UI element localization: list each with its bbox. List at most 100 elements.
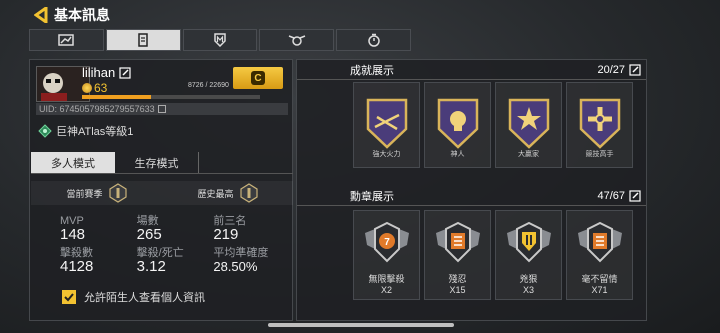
best-season[interactable]: 歷史最高 [162, 181, 293, 205]
current-season-label: 當前賽季 [66, 188, 103, 199]
uid-text: UID: 6745057985279557633 [39, 104, 155, 114]
stat-value: 148 [60, 226, 86, 243]
rank-emblem-icon [108, 183, 127, 203]
checkmark-icon [64, 293, 74, 302]
page-title: 基本訊息 [54, 7, 110, 23]
star-badge-icon [508, 98, 550, 149]
stat-accuracy: 平均準確度 28.50% [213, 247, 290, 279]
medal-card[interactable]: 毫不留情 X71 [566, 210, 633, 300]
tab-basic-info[interactable] [105, 29, 181, 51]
stat-value: 28.50% [213, 259, 258, 274]
best-season-label: 歷史最高 [197, 188, 234, 199]
medal-name: 兇狠 [519, 274, 538, 284]
medals-count: 47/67 [597, 190, 641, 202]
tab-ranked[interactable] [259, 29, 335, 51]
season-ranks: 當前賽季 歷史最高 [31, 181, 293, 205]
player-level: 63 [82, 81, 107, 95]
stat-value: 219 [213, 226, 239, 243]
profile-panel: lilihan 63 8726 / 22690 C UID: 674505798… [29, 59, 293, 321]
cross-medal-badge-icon [579, 98, 621, 149]
allow-strangers-option[interactable]: 允許陌生人查看個人資訊 [62, 289, 205, 305]
medal-card[interactable]: 殘忍 X15 [424, 210, 491, 300]
back-arrow-icon[interactable] [34, 6, 50, 24]
allow-label: 允許陌生人查看個人資訊 [84, 292, 205, 304]
medal-count: X3 [522, 285, 534, 295]
copy-icon[interactable] [157, 105, 166, 113]
showcase-panel: 成就展示 20/27 強大火力 神人 大贏家 競技高手 勳章展示 47/67 7… [296, 59, 647, 321]
username: lilihan [82, 65, 131, 80]
stat-matches: 場數 265 [137, 215, 214, 247]
medal-name: 無限擊殺 [368, 274, 405, 284]
medal-name: 毫不留情 [581, 274, 618, 284]
edit-icon[interactable] [119, 66, 131, 79]
achievements-title: 成就展示 [350, 64, 394, 77]
stat-value: 265 [136, 226, 162, 243]
achievement-name: 神人 [450, 151, 465, 158]
achievements-count: 20/27 [597, 64, 641, 76]
medal-name: 殘忍 [448, 274, 467, 284]
skull-badge-icon [437, 98, 479, 149]
stat-mvp: MVP 148 [60, 215, 137, 247]
rank-button[interactable]: C [233, 67, 283, 89]
achievement-card[interactable]: 神人 [424, 82, 491, 168]
home-indicator[interactable] [268, 323, 454, 327]
achievement-name: 強大火力 [372, 151, 401, 158]
medal-card[interactable]: 7 無限擊殺 X2 [353, 210, 420, 300]
edit-icon[interactable] [629, 189, 641, 202]
tab-multiplayer-mode[interactable]: 多人模式 [31, 152, 115, 173]
stats-row: MVP 148 場數 265 前三名 219 [60, 215, 290, 247]
tab-multiplayer[interactable] [182, 29, 258, 51]
wings-badge-icon [288, 35, 306, 46]
uid-bar: UID: 6745057985279557633 [36, 103, 288, 115]
stat-label: 平均準確度 [213, 247, 269, 259]
achievement-name: 競技高手 [585, 151, 614, 158]
xp-progress-bar [82, 95, 260, 99]
xp-progress-fill [82, 95, 151, 99]
tab-survival-mode[interactable]: 生存模式 [115, 152, 199, 173]
achievements-count-text: 20/27 [597, 63, 625, 76]
edit-icon[interactable] [629, 63, 641, 76]
level-coin-icon [82, 83, 92, 93]
stats-row: 擊殺數 4128 擊殺/死亡 3.12 平均準確度 28.50% [60, 247, 290, 279]
achievement-card[interactable]: 競技高手 [566, 82, 633, 168]
level-value: 63 [94, 81, 108, 95]
rank-c-icon: C [251, 71, 265, 85]
stopwatch-icon [367, 33, 380, 47]
stat-top3: 前三名 219 [213, 215, 290, 247]
achievement-card[interactable]: 大贏家 [495, 82, 562, 168]
achievements-header: 成就展示 20/27 [297, 60, 646, 80]
tab-bar [29, 29, 411, 51]
xp-text: 8726 / 22690 [188, 82, 229, 89]
medal-count: X71 [591, 285, 608, 295]
atlas-diamond-icon [38, 124, 52, 138]
tab-stats[interactable] [29, 29, 104, 51]
stat-kills: 擊殺數 4128 [60, 247, 137, 279]
medals-header: 勳章展示 47/67 [297, 186, 646, 206]
tab-history[interactable] [336, 29, 411, 51]
stat-kd: 擊殺/死亡 3.12 [137, 247, 214, 279]
medal-count: X2 [380, 285, 392, 295]
stats-grid: MVP 148 場數 265 前三名 219 擊殺數 4128 擊殺/死亡 3.… [60, 215, 290, 279]
shield-m-icon [214, 33, 226, 47]
rank-emblem-icon [239, 183, 258, 203]
atlas-level[interactable]: 巨神ATlas等級1 [38, 123, 133, 139]
medal-list: 7 無限擊殺 X2 殘忍 X15 兇狠 X3 毫不留情 X71 [353, 210, 633, 300]
achievement-name: 大贏家 [518, 151, 539, 158]
medals-count-text: 47/67 [597, 189, 625, 202]
allow-checkbox[interactable] [62, 290, 76, 304]
page-header: 基本訊息 [34, 4, 110, 26]
stat-value: 4128 [60, 258, 94, 275]
winged-medal-icon [436, 221, 480, 263]
medal-count: X15 [449, 285, 466, 295]
winged-medal-icon: 7 [365, 221, 409, 263]
winged-medal-icon [507, 221, 551, 263]
medal-card[interactable]: 兇狠 X3 [495, 210, 562, 300]
winged-medal-icon [578, 221, 622, 263]
firepower-badge-icon [366, 98, 408, 149]
achievement-list: 強大火力 神人 大贏家 競技高手 [353, 82, 633, 168]
medals-title: 勳章展示 [350, 190, 394, 203]
chart-icon [58, 34, 75, 46]
current-season[interactable]: 當前賽季 [31, 181, 162, 205]
notepad-icon [138, 33, 148, 47]
achievement-card[interactable]: 強大火力 [353, 82, 420, 168]
